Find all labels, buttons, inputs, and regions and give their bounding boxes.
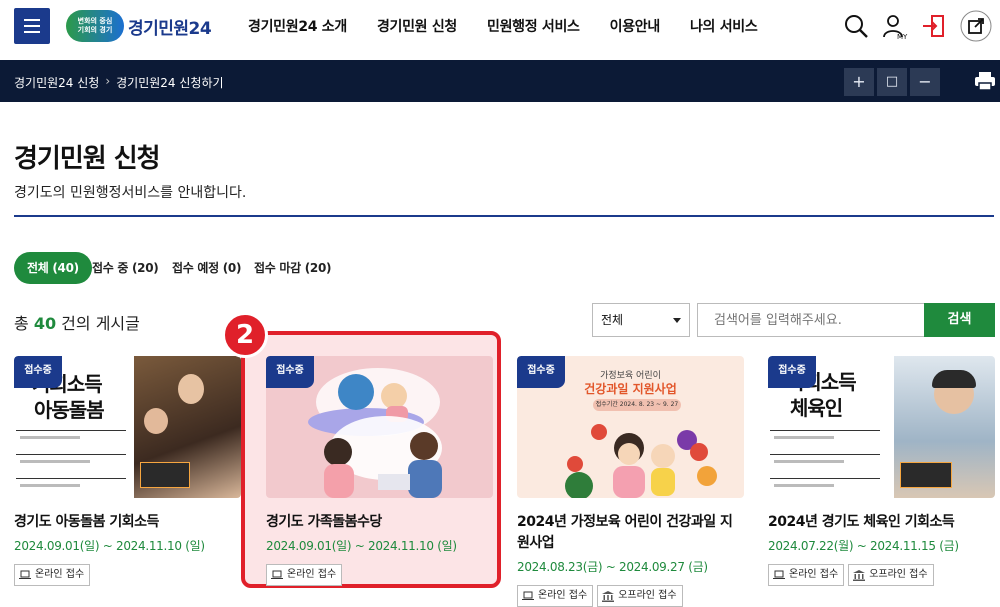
breadcrumb: 경기민원24 신청 › 경기민원24 신청하기 xyxy=(14,74,224,91)
card-child-care[interactable]: 접수중 기회소득 아동돌봄 경기도 아동돌봄 기회소득 2024.09.01(일… xyxy=(14,356,241,586)
card-date: 2024.09.01(일) ~ 2024.11.10 (일) xyxy=(14,539,205,553)
laptop-icon xyxy=(522,591,534,600)
count-suffix: 건의 게시글 xyxy=(56,314,140,333)
chip-label: 오프라인 접수 xyxy=(618,590,677,601)
card-title[interactable]: 경기도 가족돌봄수당 xyxy=(266,512,493,533)
site-header: 변화의 중심 기회의 경기 경기민원24 경기민원24 소개 경기민원 신청 민… xyxy=(0,0,1000,60)
card-date: 2024.09.01(일) ~ 2024.11.10 (일) xyxy=(266,539,457,553)
laptop-icon xyxy=(19,570,31,579)
chip-label: 온라인 접수 xyxy=(789,569,839,580)
poster-subheading: 체육인 xyxy=(790,396,843,420)
chip-offline: 오프라인 접수 xyxy=(848,564,934,586)
page-description: 경기도의 민원행정서비스를 안내합니다. xyxy=(14,185,247,201)
search-category-select[interactable]: 전체 xyxy=(592,303,690,337)
laptop-icon xyxy=(271,570,283,579)
breadcrumb-item[interactable]: 경기민원24 신청 xyxy=(14,74,99,91)
tab-all[interactable]: 전체 (40) xyxy=(14,252,92,284)
card-date: 2024.08.23(금) ~ 2024.09.27 (금) xyxy=(517,560,708,574)
chip-label: 온라인 접수 xyxy=(538,590,588,601)
search-button[interactable]: 검색 xyxy=(924,303,995,337)
title-divider xyxy=(14,215,994,217)
card-chips: 온라인 접수 오프라인 접수 xyxy=(768,564,995,586)
tab-upcoming[interactable]: 접수 예정 (0) xyxy=(172,252,241,284)
card-chips: 온라인 접수 xyxy=(266,564,493,586)
search-icon[interactable] xyxy=(842,12,870,40)
chevron-down-icon xyxy=(673,318,681,323)
card-thumbnail[interactable]: 접수중 기회소득 체육인 xyxy=(768,356,995,498)
breadcrumb-item[interactable]: 경기민원24 신청하기 xyxy=(116,74,223,91)
card-chips: 온라인 접수 오프라인 접수 xyxy=(517,585,744,607)
site-logo[interactable]: 변화의 중심 기회의 경기 경기민원24 xyxy=(66,9,212,43)
chip-offline: 오프라인 접수 xyxy=(597,585,683,607)
count-number: 40 xyxy=(33,314,57,333)
nav-item-services[interactable]: 민원행정 서비스 xyxy=(487,16,580,36)
logo-badge: 변화의 중심 기회의 경기 xyxy=(66,10,124,42)
chip-label: 오프라인 접수 xyxy=(869,569,928,580)
nav-item-guide[interactable]: 이용안내 xyxy=(610,16,661,36)
nav-item-intro[interactable]: 경기민원24 소개 xyxy=(248,16,347,36)
chevron-right-icon: › xyxy=(105,74,111,88)
zoom-in-button[interactable]: + xyxy=(844,68,874,96)
tab-open[interactable]: 접수 중 (20) xyxy=(92,252,159,284)
zoom-out-button[interactable]: − xyxy=(910,68,940,96)
nav-item-my-service[interactable]: 나의 서비스 xyxy=(690,16,758,36)
status-badge: 접수중 xyxy=(266,356,314,388)
poster-photo-family xyxy=(134,356,241,498)
hamburger-menu-button[interactable] xyxy=(14,8,50,44)
share-icon[interactable] xyxy=(960,10,992,42)
logo-text: 경기민원24 xyxy=(128,18,212,39)
card-title[interactable]: 2024년 가정보육 어린이 건강과일 지원사업 xyxy=(517,512,744,554)
card-fruit-support[interactable]: 접수중 가정보육 어린이 건강과일 지원사업 접수기간 2024. 8. 23 … xyxy=(517,356,744,607)
status-badge: 접수중 xyxy=(768,356,816,388)
card-family-care[interactable]: 접수중 경기도 가족돌봄수당 2024.09.01(일) ~ 2024.11.1… xyxy=(266,356,493,586)
main-nav: 경기민원24 소개 경기민원 신청 민원행정 서비스 이용안내 나의 서비스 xyxy=(248,16,787,36)
card-date: 2024.07.22(월) ~ 2024.11.15 (금) xyxy=(768,539,959,553)
chip-label: 온라인 접수 xyxy=(35,569,85,580)
card-title[interactable]: 2024년 경기도 체육인 기회소득 xyxy=(768,512,995,533)
card-thumbnail[interactable]: 접수중 가정보육 어린이 건강과일 지원사업 접수기간 2024. 8. 23 … xyxy=(517,356,744,498)
chip-label: 온라인 접수 xyxy=(287,569,337,580)
my-page-icon[interactable]: MY xyxy=(880,12,908,40)
login-icon[interactable] xyxy=(920,12,948,40)
building-icon xyxy=(853,569,866,581)
chip-online: 온라인 접수 xyxy=(14,564,91,586)
zoom-reset-button[interactable]: □ xyxy=(877,68,907,96)
print-icon[interactable] xyxy=(974,70,996,92)
page-title: 경기민원 신청 xyxy=(14,144,161,174)
tab-closed[interactable]: 접수 마감 (20) xyxy=(254,252,331,284)
status-badge: 접수중 xyxy=(14,356,62,388)
chip-online: 온라인 접수 xyxy=(768,564,845,586)
card-athlete-income[interactable]: 접수중 기회소득 체육인 2024년 경기도 체육인 기회소득 2024.07.… xyxy=(768,356,995,586)
count-prefix: 총 xyxy=(14,314,34,333)
card-thumbnail[interactable]: 접수중 기회소득 아동돌봄 xyxy=(14,356,241,498)
poster-photo-swimmer xyxy=(894,356,995,498)
building-icon xyxy=(602,590,615,602)
search-input[interactable] xyxy=(697,303,925,337)
laptop-icon xyxy=(773,570,785,579)
card-chips: 온라인 접수 xyxy=(14,564,241,586)
nav-item-apply[interactable]: 경기민원 신청 xyxy=(377,16,457,36)
status-badge: 접수중 xyxy=(517,356,565,388)
post-count: 총 40 건의 게시글 xyxy=(14,310,140,334)
poster-subheading: 아동돌봄 xyxy=(34,398,105,422)
chip-online: 온라인 접수 xyxy=(266,564,343,586)
step-number-badge: 2 xyxy=(222,312,268,358)
select-value: 전체 xyxy=(601,313,624,327)
card-thumbnail[interactable]: 접수중 xyxy=(266,356,493,498)
my-label: MY xyxy=(897,33,908,40)
chip-online: 온라인 접수 xyxy=(517,585,594,607)
card-title[interactable]: 경기도 아동돌봄 기회소득 xyxy=(14,512,241,533)
